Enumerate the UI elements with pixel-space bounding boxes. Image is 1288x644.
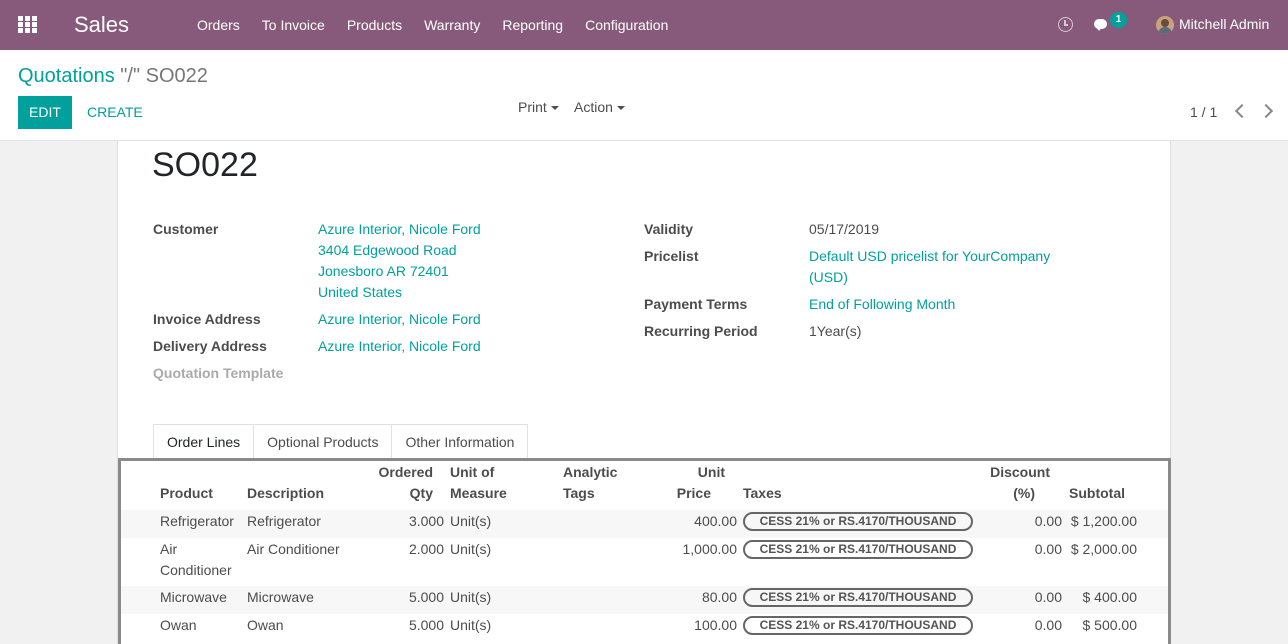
order-lines-table: Product Description Ordered Qty Unit of … (118, 458, 1171, 644)
line-qty[interactable]: 2.000 (344, 539, 444, 560)
action-dropdown[interactable]: Action (574, 99, 625, 115)
col-subtotal[interactable]: Subtotal (1041, 483, 1125, 504)
apps-menu-icon[interactable] (18, 16, 37, 33)
customer-label: Customer (153, 221, 219, 237)
menu-warranty[interactable]: Warranty (413, 0, 491, 50)
invoice-address-label: Invoice Address (153, 311, 261, 327)
col-unit-price-line1[interactable]: Unit (655, 462, 725, 483)
action-label: Action (574, 99, 613, 115)
delivery-address-link[interactable]: Azure Interior, Nicole Ford (318, 336, 481, 357)
quotation-template-label: Quotation Template (153, 365, 284, 381)
line-subtotal: $ 2,000.00 (1070, 541, 1137, 557)
create-button[interactable]: CREATE (87, 96, 143, 129)
col-ordered-qty-line2[interactable]: Qty (357, 483, 433, 504)
line-description[interactable]: Owan (247, 615, 284, 636)
messages-count-badge: 1 (1110, 12, 1127, 28)
col-unit-price-line2[interactable]: Price (641, 483, 711, 504)
tax-tag[interactable]: CESS 21% or RS.4170/THOUSAND (743, 616, 973, 635)
print-dropdown[interactable]: Print (518, 99, 559, 115)
pricelist-link[interactable]: Default USD pricelist for YourCompany (809, 246, 1050, 267)
col-product[interactable]: Product (160, 483, 213, 504)
line-product[interactable]: Refrigerator (160, 511, 234, 532)
line-product[interactable]: Air (160, 539, 177, 560)
user-avatar[interactable] (1156, 16, 1174, 34)
validity-label: Validity (644, 221, 694, 237)
line-unit-price[interactable]: 80.00 (637, 587, 737, 608)
line-subtotal: $ 500.00 (1082, 617, 1138, 633)
line-qty[interactable]: 3.000 (344, 511, 444, 532)
delivery-address-label: Delivery Address (153, 338, 267, 354)
col-taxes[interactable]: Taxes (743, 483, 782, 504)
edit-button[interactable]: EDIT (18, 96, 72, 129)
form-sheet: SO022 Customer Azure Interior, Nicole Fo… (117, 141, 1171, 644)
pager-previous-icon[interactable] (1234, 103, 1250, 119)
tax-tag[interactable]: CESS 21% or RS.4170/THOUSAND (743, 540, 973, 559)
menu-orders[interactable]: Orders (186, 0, 251, 50)
col-uom-line1[interactable]: Unit of (450, 462, 494, 483)
line-uom[interactable]: Unit(s) (450, 615, 491, 636)
pricelist-currency[interactable]: (USD) (809, 267, 848, 288)
customer-city[interactable]: Jonesboro AR 72401 (318, 261, 449, 282)
line-product[interactable]: Owan (160, 615, 197, 636)
col-uom-line2[interactable]: Measure (450, 483, 507, 504)
line-description[interactable]: Microwave (247, 587, 314, 608)
tab-order-lines[interactable]: Order Lines (153, 424, 255, 459)
line-product-wrap[interactable]: Conditioner (160, 560, 232, 581)
invoice-address-link[interactable]: Azure Interior, Nicole Ford (318, 309, 481, 330)
app-title[interactable]: Sales (74, 12, 129, 38)
user-menu-name[interactable]: Mitchell Admin (1179, 16, 1269, 32)
breadcrumb-current: SO022 (145, 65, 208, 87)
pager-next-icon[interactable] (1258, 103, 1274, 119)
print-label: Print (518, 99, 547, 115)
top-navbar: Sales Orders To Invoice Products Warrant… (0, 0, 1288, 50)
line-description[interactable]: Air Conditioner (247, 539, 340, 560)
recurring-period-value: 1Year(s) (809, 323, 862, 339)
col-description[interactable]: Description (247, 483, 324, 504)
line-uom[interactable]: Unit(s) (450, 511, 491, 532)
line-qty[interactable]: 5.000 (344, 587, 444, 608)
main-menu: Orders To Invoice Products Warranty Repo… (186, 0, 679, 50)
payment-terms-label: Payment Terms (644, 296, 748, 312)
activity-clock-icon[interactable] (1058, 17, 1073, 32)
breadcrumb-separator: "/" (120, 65, 141, 87)
record-title: SO022 (152, 146, 258, 184)
line-unit-price[interactable]: 1,000.00 (637, 539, 738, 560)
line-description[interactable]: Refrigerator (247, 511, 321, 532)
col-ordered-qty-line1[interactable]: Ordered (357, 462, 433, 483)
col-analytic-tags-line2[interactable]: Tags (563, 483, 595, 504)
menu-configuration[interactable]: Configuration (574, 0, 679, 50)
col-discount-line2[interactable]: (%) (955, 483, 1035, 504)
line-unit-price[interactable]: 100.00 (637, 615, 737, 636)
caret-down-icon (616, 106, 625, 111)
pager-value[interactable]: 1 / 1 (1190, 104, 1217, 120)
notebook-tabs: Order Lines Optional Products Other Info… (153, 424, 529, 459)
customer-street[interactable]: 3404 Edgewood Road (318, 240, 457, 261)
col-analytic-tags-line1[interactable]: Analytic (563, 462, 617, 483)
line-unit-price[interactable]: 400.00 (637, 511, 737, 532)
validity-value: 05/17/2019 (809, 221, 880, 237)
tax-tag[interactable]: CESS 21% or RS.4170/THOUSAND (743, 512, 973, 531)
tab-optional-products[interactable]: Optional Products (254, 424, 393, 459)
line-product[interactable]: Microwave (160, 587, 227, 608)
tax-tag[interactable]: CESS 21% or RS.4170/THOUSAND (743, 588, 973, 607)
caret-down-icon (550, 106, 559, 111)
breadcrumb-quotations-link[interactable]: Quotations (18, 65, 115, 87)
menu-reporting[interactable]: Reporting (491, 0, 574, 50)
line-subtotal: $ 400.00 (1082, 589, 1138, 605)
control-panel: Quotations "/" SO022 EDIT CREATE Print A… (0, 50, 1288, 141)
pricelist-label: Pricelist (644, 248, 699, 264)
line-qty[interactable]: 5.000 (344, 615, 444, 636)
line-uom[interactable]: Unit(s) (450, 587, 491, 608)
payment-terms-link[interactable]: End of Following Month (809, 294, 955, 315)
menu-to-invoice[interactable]: To Invoice (251, 0, 336, 50)
col-discount-line1[interactable]: Discount (970, 462, 1050, 483)
breadcrumb: Quotations "/" SO022 (18, 65, 208, 88)
menu-products[interactable]: Products (336, 0, 413, 50)
tab-other-information[interactable]: Other Information (392, 424, 529, 459)
line-subtotal: $ 1,200.00 (1070, 513, 1137, 529)
customer-link[interactable]: Azure Interior, Nicole Ford (318, 219, 481, 240)
line-uom[interactable]: Unit(s) (450, 539, 491, 560)
customer-country[interactable]: United States (318, 282, 402, 303)
recurring-period-label: Recurring Period (644, 323, 758, 339)
